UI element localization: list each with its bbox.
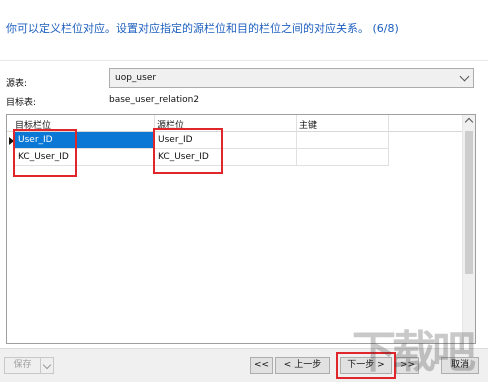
primary-key-cell[interactable]: [297, 149, 389, 166]
target-table-label: 目标表:: [6, 98, 37, 108]
target-table-value: base_user_relation2: [109, 95, 200, 105]
save-dropdown-button[interactable]: [40, 357, 54, 374]
primary-key-cell[interactable]: [297, 132, 389, 149]
column-header-primary-key[interactable]: 主键: [299, 118, 317, 131]
site-watermark: 下载吧: [352, 327, 476, 378]
chevron-down-icon: [42, 360, 52, 370]
chevron-down-icon: [459, 71, 470, 82]
wizard-heading: 你可以定义栏位对应。设置对应指定的源栏位和目的栏位之间的对应关系。 (6/8): [6, 22, 399, 35]
source-table-label: 源表:: [6, 79, 28, 89]
vertical-scrollbar[interactable]: [462, 115, 475, 343]
save-button[interactable]: 保存: [4, 357, 41, 374]
source-table-select[interactable]: uop_user: [109, 68, 474, 88]
highlight-box-target-fields: [13, 129, 77, 177]
scroll-up-icon[interactable]: [464, 117, 474, 127]
scroll-thumb[interactable]: [465, 131, 473, 274]
header-divider: [0, 60, 488, 61]
previous-step-button[interactable]: < 上一步: [275, 357, 330, 374]
first-step-button[interactable]: <<: [250, 357, 273, 374]
highlight-box-source-fields: [153, 128, 223, 174]
source-table-value: uop_user: [115, 73, 157, 83]
